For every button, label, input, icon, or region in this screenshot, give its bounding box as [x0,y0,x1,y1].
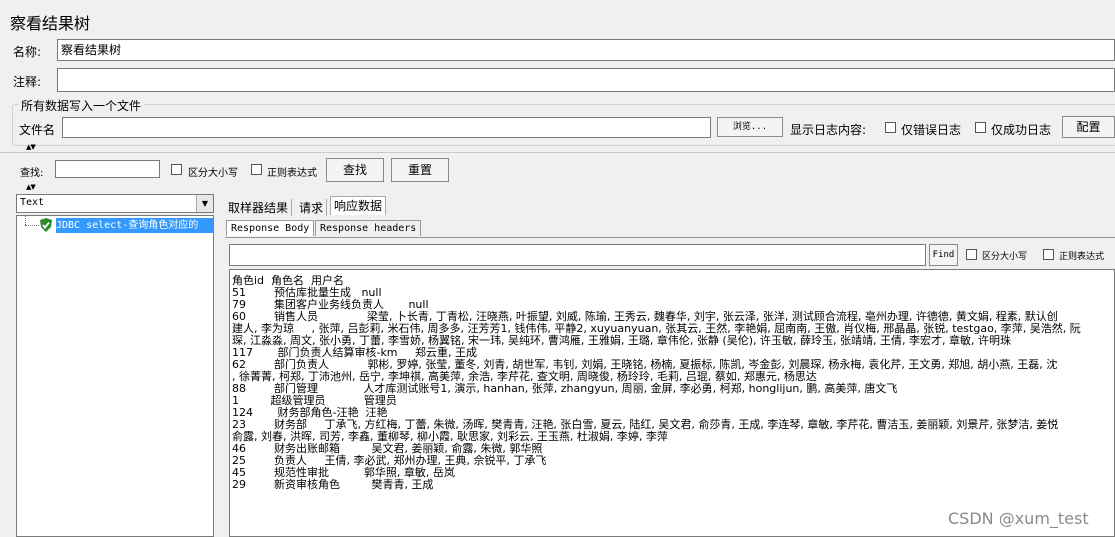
errors-only-checkbox[interactable] [885,122,896,133]
name-input-value: 察看结果树 [61,43,122,57]
errors-only-label: 仅错误日志 [901,123,962,137]
response-find-button[interactable]: Find [929,244,958,266]
response-line: 29 新资审核角色 樊青青, 王成 [232,478,434,491]
comment-input[interactable] [57,68,1115,92]
write-all-to-file-title: 所有数据写入一个文件 [18,97,145,114]
tree-connector-vert [25,216,26,225]
response-regex-label: 正则表达式 [1059,252,1105,262]
case-sensitive-checkbox[interactable] [171,164,182,175]
comment-label: 注释: [13,75,42,89]
filename-input[interactable] [62,117,711,138]
tree-connector [25,225,39,226]
tree-item-jdbc-select[interactable]: JDBC select-查询角色对应的 [56,218,214,233]
splitter-handle[interactable]: ▲▼ [26,144,36,151]
browse-button[interactable]: 浏览... [717,117,783,137]
dropdown-arrow-icon[interactable]: ▼ [196,195,213,212]
subtab-divider [225,237,1115,238]
success-shield-icon [39,218,53,232]
success-only-label: 仅成功日志 [991,123,1052,137]
divider [0,152,1115,153]
tab-request[interactable]: 请求 [296,199,328,216]
search-input[interactable] [55,160,160,178]
configure-button[interactable]: 配置 [1062,116,1115,138]
case-sensitive-label: 区分大小写 [188,168,238,179]
tab-response-headers[interactable]: Response headers [315,220,422,236]
renderer-select-value: Text [20,197,45,208]
response-find-input[interactable] [229,244,926,266]
name-input[interactable]: 察看结果树 [57,39,1115,61]
renderer-select[interactable]: Text ▼ [16,194,214,213]
response-regex-checkbox[interactable] [1043,249,1054,260]
regex-checkbox[interactable] [251,164,262,175]
find-button[interactable]: 查找 [326,158,384,182]
response-lines: 角色id 角色名 用户名 51 预估库批量生成 null 79 集团客户业务线负… [232,275,1081,515]
log-content-label: 显示日志内容: [790,123,867,137]
search-label: 查找: [20,168,44,179]
tab-response-body[interactable]: Response Body [226,220,315,236]
response-line [232,491,1081,503]
response-case-label: 区分大小写 [982,252,1028,262]
name-label: 名称: [13,45,42,59]
filename-label: 文件名 [19,123,56,137]
watermark: CSDN @xum_test [948,509,1089,528]
splitter-handle-2[interactable]: ▲▼ [26,184,36,191]
results-tree: JDBC select-查询角色对应的 [16,215,214,537]
tab-sampler-result[interactable]: 取样器结果 [225,199,293,216]
regex-label: 正则表达式 [267,168,317,179]
response-case-checkbox[interactable] [966,249,977,260]
success-only-checkbox[interactable] [975,122,986,133]
reset-button[interactable]: 重置 [391,158,449,182]
response-body-text[interactable]: 角色id 角色名 用户名 51 预估库批量生成 null 79 集团客户业务线负… [229,269,1115,537]
window-title: 察看结果树 [10,14,91,33]
tab-response-data[interactable]: 响应数据 [330,196,387,215]
